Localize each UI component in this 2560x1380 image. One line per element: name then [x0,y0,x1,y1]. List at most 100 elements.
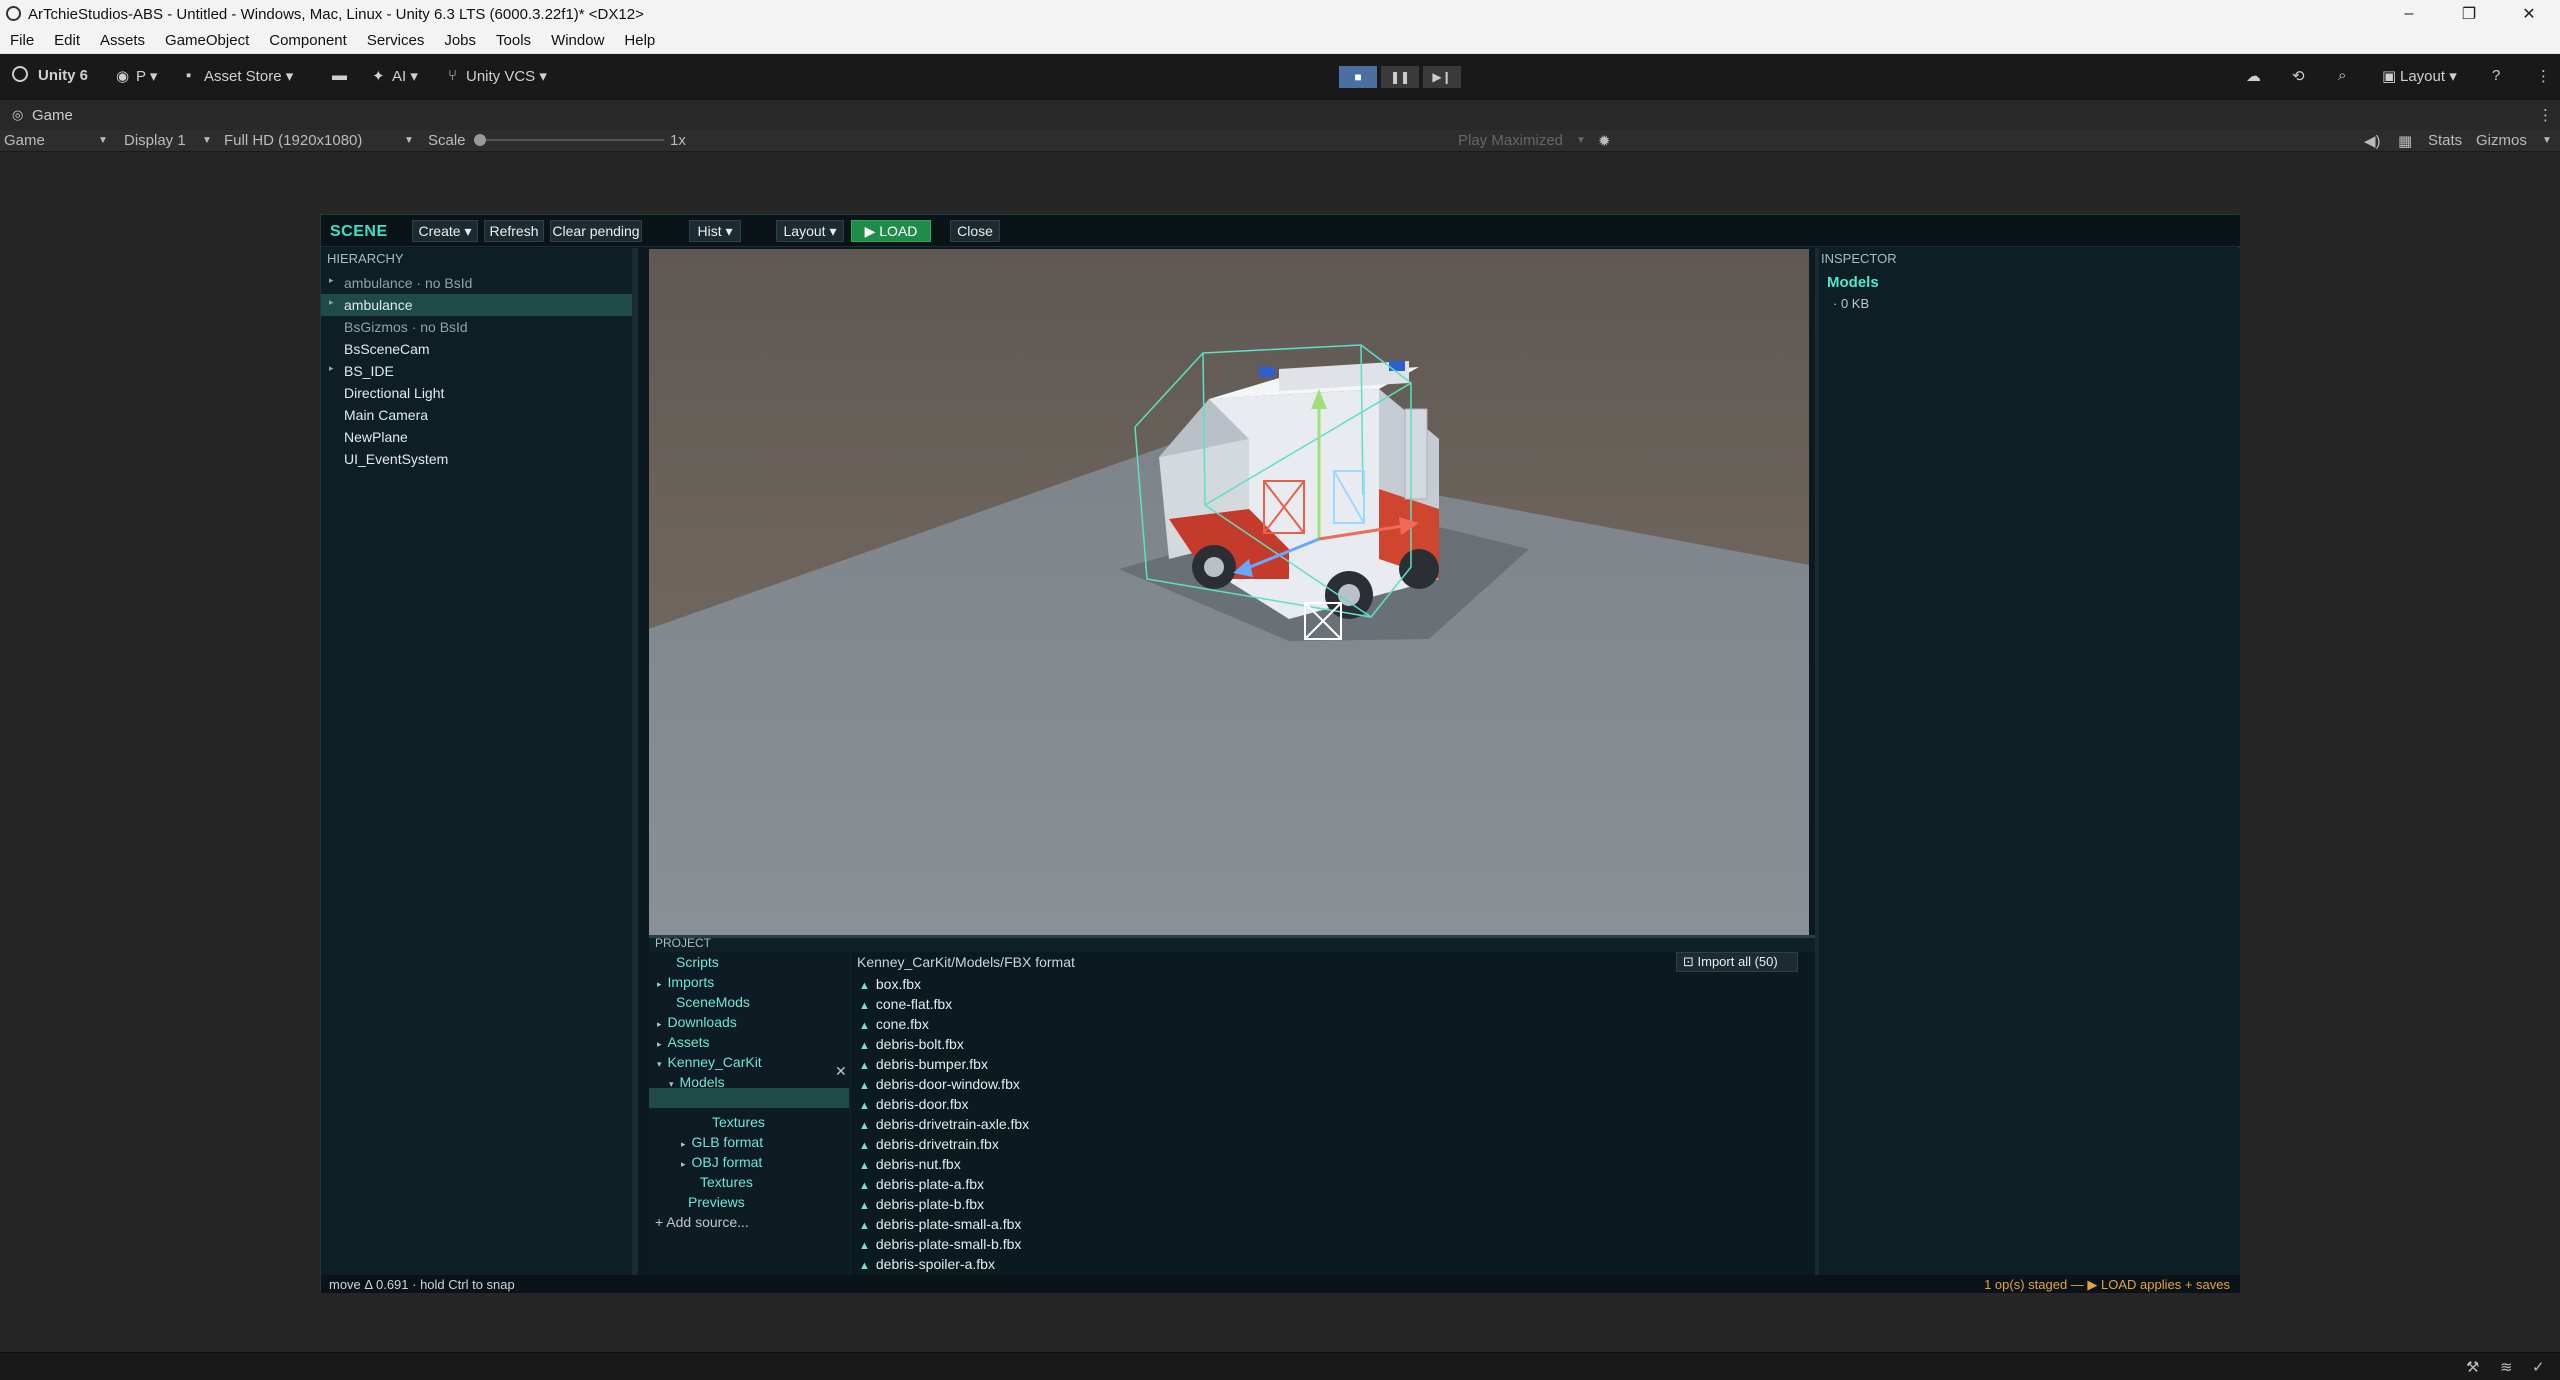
hierarchy-item[interactable]: ▸ ambulance [321,294,632,316]
project-panel: PROJECT Scripts ▸ Imports SceneMods ▸ Downloa… [649,935,1819,1278]
folder-arrow-icon[interactable]: ▾ [657,1059,662,1069]
cloud-icon[interactable]: ☁ [2246,67,2261,85]
clear-pending-button[interactable]: Clear pending [550,220,642,242]
hierarchy-item[interactable]: BsSceneCam [321,338,632,360]
file-item[interactable]: ▲ debris-door-window.fbx [859,1076,1020,1096]
hierarchy-item[interactable]: Directional Light [321,382,632,404]
project-folder[interactable]: ▾ Kenney_CarKit [657,1054,762,1074]
project-folder[interactable]: ▸ Assets [657,1034,710,1054]
menu-window[interactable]: Window [551,32,604,49]
project-folder[interactable]: Previews [669,1194,745,1214]
file-item[interactable]: ▲ cone-flat.fbx [859,996,952,1016]
hierarchy-item[interactable]: UI_EventSystem [321,448,632,470]
layout-dropdown[interactable]: Layout ▾ [2400,67,2457,85]
remove-source-icon[interactable]: ✕ [835,1063,847,1080]
asset-store-button[interactable]: Asset Store ▾ [204,67,293,85]
history-icon[interactable]: ⟲ [2292,67,2305,85]
maximize-button[interactable]: ❐ [2440,0,2498,28]
file-item[interactable]: ▲ debris-bumper.fbx [859,1056,988,1076]
project-folder[interactable]: Textures [693,1114,765,1134]
debug-icon[interactable]: ⚒ [2466,1358,2479,1376]
game-mode-dropdown[interactable]: Game [4,132,45,149]
project-folder[interactable]: SceneMods [657,994,750,1014]
folder-arrow-icon[interactable]: ▸ [657,1039,662,1049]
file-item[interactable]: ▲ debris-bolt.fbx [859,1036,964,1056]
file-item[interactable]: ▲ debris-plate-a.fbx [859,1176,984,1196]
vcs-button[interactable]: Unity VCS ▾ [466,67,547,85]
file-item[interactable]: ▲ debris-drivetrain-axle.fbx [859,1116,1029,1136]
file-item[interactable]: ▲ debris-drivetrain.fbx [859,1136,999,1156]
play-maximized-dropdown[interactable]: Play Maximized [1458,132,1563,149]
stats-button[interactable]: Stats [2428,132,2462,149]
import-all-label: Import all (50) [1697,954,1778,969]
scale-slider[interactable] [474,134,664,146]
hierarchy-item[interactable]: NewPlane [321,426,632,448]
layers-icon[interactable]: ≋ [2500,1358,2513,1376]
pause-button[interactable]: ❚❚ [1380,65,1420,89]
file-item[interactable]: ▲ debris-plate-small-a.fbx [859,1216,1021,1236]
tab-menu-icon[interactable]: ⋮ [2538,106,2553,124]
stop-button[interactable]: ■ [1338,65,1378,89]
search-icon[interactable]: ⌕ [2338,67,2346,84]
folder-arrow-icon[interactable]: ▸ [681,1139,686,1149]
step-button[interactable]: ▶❙ [1422,65,1462,89]
hierarchy-item[interactable]: BsGizmos · no BsId [321,316,632,338]
expand-arrow-icon[interactable]: ▸ [329,363,334,374]
file-item[interactable]: ▲ box.fbx [859,976,921,996]
resolution-dropdown[interactable]: Full HD (1920x1080) [224,132,362,149]
menu-tools[interactable]: Tools [496,32,531,49]
project-folder[interactable]: ▸ OBJ format [681,1154,762,1174]
archive-icon[interactable]: ▬ [332,67,347,84]
bug-icon[interactable]: ✹ [1598,132,1611,150]
import-all-button[interactable]: ⊡ Import all (50) [1676,952,1798,972]
unity-version-button[interactable]: Unity 6 [38,67,88,84]
hierarchy-item[interactable]: ▸ BS_IDE [321,360,632,382]
hist-button[interactable]: Hist ▾ [689,220,741,242]
editor-layout-button[interactable]: Layout ▾ [776,220,844,242]
project-folder[interactable]: Scripts [657,954,719,974]
folder-arrow-icon[interactable]: ▸ [657,979,662,989]
add-source-button[interactable]: + Add source... [655,1214,749,1234]
project-folder[interactable]: ▸ Downloads [657,1014,737,1034]
hierarchy-item[interactable]: ▸ ambulance · no BsId [321,272,632,294]
create-button[interactable]: Create ▾ [412,220,478,242]
file-item[interactable]: ▲ debris-nut.fbx [859,1156,961,1176]
close-window-button[interactable]: ✕ [2500,0,2558,28]
menu-file[interactable]: File [10,32,34,49]
scene-viewport[interactable] [649,249,1809,937]
menu-gameobject[interactable]: GameObject [165,32,249,49]
editor-close-button[interactable]: Close [950,220,1000,242]
project-folder[interactable]: ▸ GLB format [681,1134,763,1154]
expand-arrow-icon[interactable]: ▸ [329,275,334,286]
audio-icon[interactable]: ◀) [2364,132,2381,150]
file-item[interactable]: ▲ cone.fbx [859,1016,929,1036]
help-icon[interactable]: ? [2492,67,2500,84]
refresh-button[interactable]: Refresh [484,220,544,242]
file-item[interactable]: ▲ debris-plate-b.fbx [859,1196,984,1216]
ai-icon: ✦ [372,68,385,85]
menu-edit[interactable]: Edit [54,32,80,49]
load-button[interactable]: ▶ LOAD [851,220,931,242]
file-item[interactable]: ▲ debris-plate-small-b.fbx [859,1236,1021,1256]
menu-services[interactable]: Services [367,32,425,49]
menu-jobs[interactable]: Jobs [444,32,476,49]
more-icon[interactable]: ⋮ [2536,67,2551,85]
file-item[interactable]: ▲ debris-door.fbx [859,1096,969,1116]
folder-arrow-icon[interactable]: ▸ [681,1159,686,1169]
project-folder[interactable]: Textures [681,1174,753,1194]
display-dropdown[interactable]: Display 1 [124,132,186,149]
project-folder[interactable]: ▸ Imports [657,974,714,994]
tab-game[interactable]: Game [32,107,73,124]
menu-help[interactable]: Help [624,32,655,49]
ai-button[interactable]: AI ▾ [392,67,418,85]
check-icon[interactable]: ✓ [2532,1358,2545,1376]
menu-assets[interactable]: Assets [100,32,145,49]
expand-arrow-icon[interactable]: ▸ [329,297,334,308]
hierarchy-item[interactable]: Main Camera [321,404,632,426]
account-button[interactable]: P ▾ [136,67,157,85]
gizmos-button[interactable]: Gizmos [2476,132,2527,149]
menu-component[interactable]: Component [269,32,347,49]
file-item[interactable]: ▲ debris-spoiler-a.fbx [859,1256,995,1276]
minimize-button[interactable]: – [2380,0,2438,28]
folder-arrow-icon[interactable]: ▸ [657,1019,662,1029]
